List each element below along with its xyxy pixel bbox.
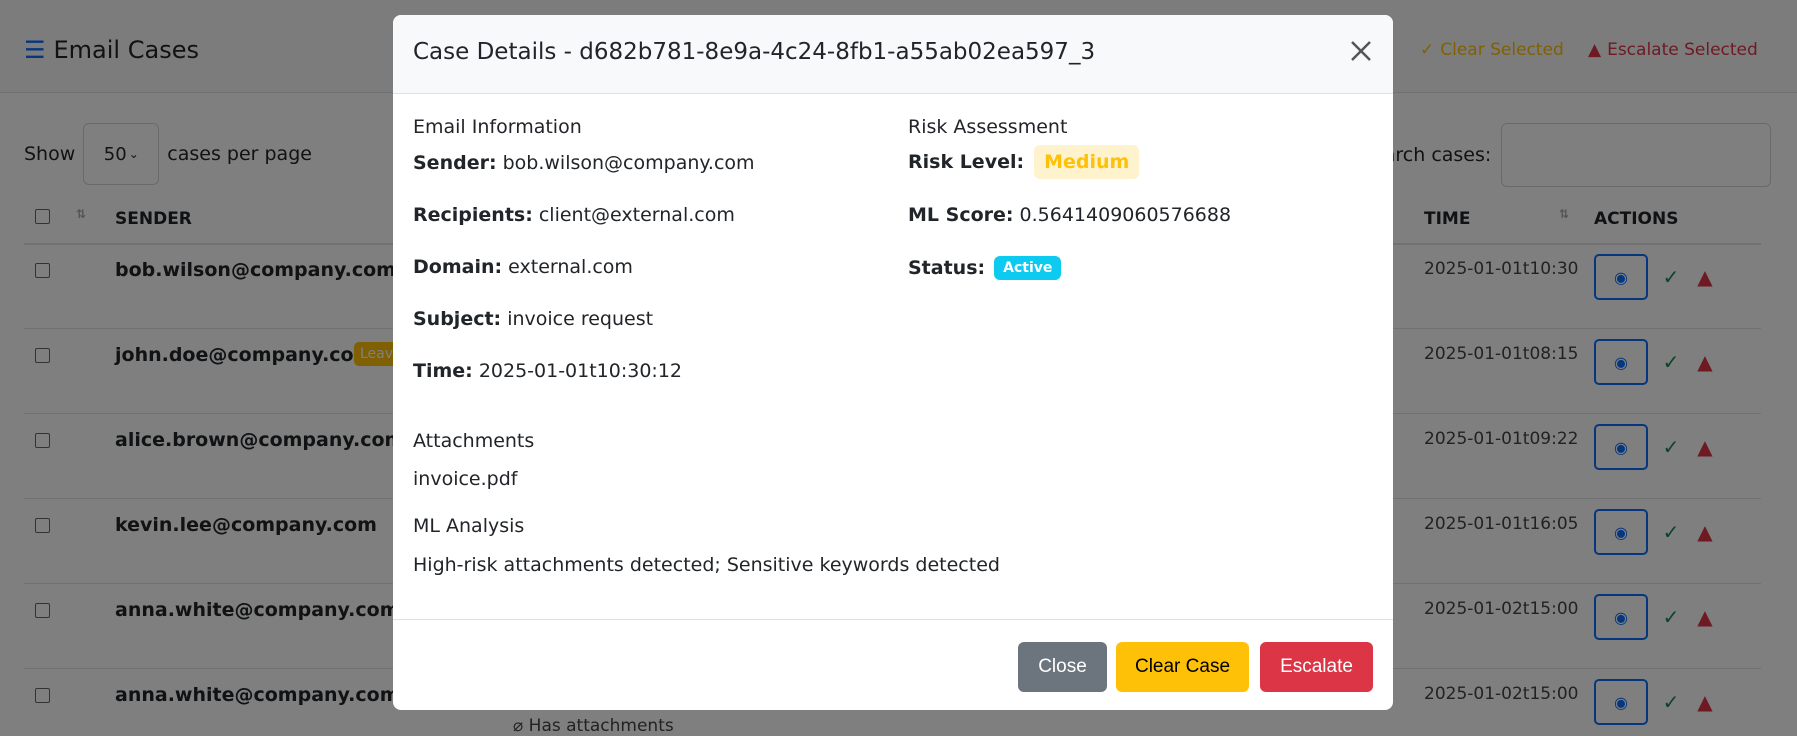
- subject-label: Subject:: [413, 308, 502, 330]
- domain-label: Domain:: [413, 256, 503, 278]
- ml-analysis-heading: ML Analysis: [413, 515, 525, 537]
- escalate-button[interactable]: Escalate: [1260, 642, 1373, 692]
- time-field: Time: 2025-01-01t10:30:12: [413, 360, 682, 382]
- sender-label: Sender:: [413, 152, 497, 174]
- domain-field: Domain: external.com: [413, 256, 633, 278]
- modal-footer: Close Clear Case Escalate: [393, 619, 1393, 710]
- recipients-field: Recipients: client@external.com: [413, 204, 735, 226]
- ml-analysis-text: High-risk attachments detected; Sensitiv…: [413, 554, 1000, 576]
- modal-title: Case Details - d682b781-8e9a-4c24-8fb1-a…: [413, 39, 1096, 65]
- close-button[interactable]: Close: [1018, 642, 1107, 692]
- ml-score-value: 0.5641409060576688: [1019, 204, 1232, 226]
- time-value: 2025-01-01t10:30:12: [478, 360, 683, 382]
- subject-field: Subject: invoice request: [413, 308, 653, 330]
- recipients-label: Recipients:: [413, 204, 533, 226]
- status-label: Status:: [908, 257, 986, 279]
- sender-field: Sender: bob.wilson@company.com: [413, 152, 755, 174]
- attachment-file: invoice.pdf: [413, 468, 518, 490]
- ml-score-field: ML Score: 0.5641409060576688: [908, 204, 1231, 226]
- ml-score-label: ML Score:: [908, 204, 1014, 226]
- status-badge: Active: [994, 256, 1062, 280]
- risk-level-badge: Medium: [1034, 145, 1140, 179]
- subject-value: invoice request: [507, 308, 654, 330]
- attachments-heading: Attachments: [413, 430, 535, 452]
- risk-level-label: Risk Level:: [908, 151, 1025, 173]
- case-details-modal: Case Details - d682b781-8e9a-4c24-8fb1-a…: [393, 15, 1393, 710]
- domain-value: external.com: [508, 256, 633, 278]
- close-icon[interactable]: [1347, 37, 1375, 65]
- risk-assessment-heading: Risk Assessment: [908, 116, 1068, 138]
- modal-header: Case Details - d682b781-8e9a-4c24-8fb1-a…: [393, 15, 1393, 94]
- recipients-value: client@external.com: [538, 204, 735, 226]
- email-info-heading: Email Information: [413, 116, 582, 138]
- status-field: Status: Active: [908, 256, 1062, 280]
- risk-level-field: Risk Level: Medium: [908, 145, 1140, 179]
- time-label: Time:: [413, 360, 473, 382]
- clear-case-button[interactable]: Clear Case: [1116, 642, 1249, 692]
- sender-value: bob.wilson@company.com: [502, 152, 755, 174]
